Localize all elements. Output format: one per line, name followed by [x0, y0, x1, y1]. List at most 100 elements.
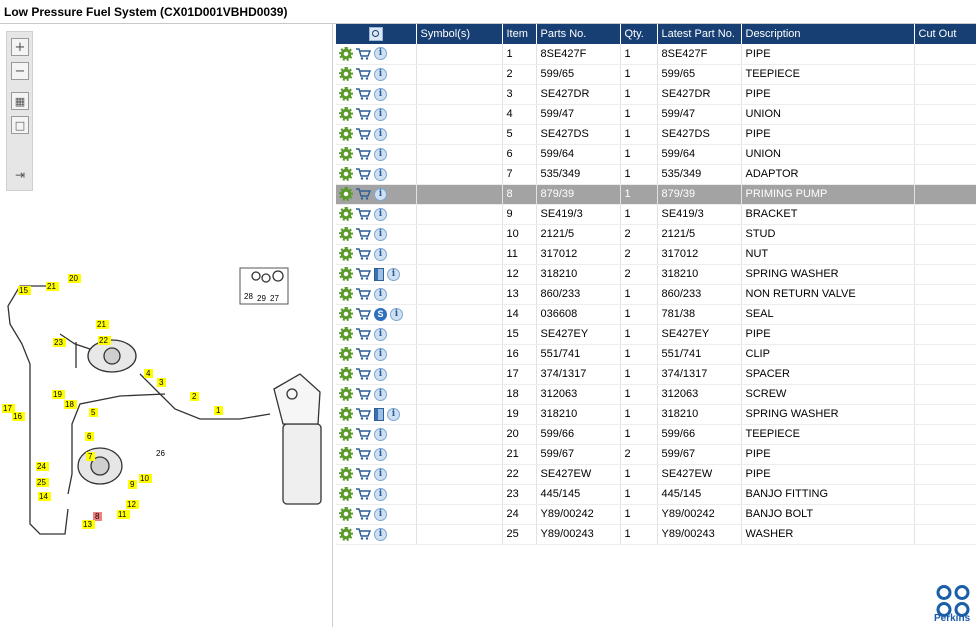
- info-icon[interactable]: i: [387, 407, 400, 421]
- info-icon[interactable]: i: [374, 327, 387, 341]
- info-icon[interactable]: i: [374, 527, 387, 541]
- gear-icon[interactable]: [339, 367, 353, 381]
- table-row[interactable]: i 2 599/65 1 599/65 TEEPIECE: [336, 64, 976, 85]
- cart-icon[interactable]: [355, 468, 371, 480]
- info-icon[interactable]: i: [374, 487, 387, 501]
- column-header-actions[interactable]: [336, 24, 417, 44]
- table-row[interactable]: i 6 599/64 1 599/64 UNION: [336, 144, 976, 165]
- gear-icon[interactable]: [339, 67, 353, 81]
- info-icon[interactable]: i: [387, 267, 400, 281]
- gear-icon[interactable]: [339, 107, 353, 121]
- info-icon[interactable]: i: [374, 187, 387, 201]
- column-header-parts-no[interactable]: Parts No.: [536, 24, 621, 44]
- info-icon[interactable]: i: [374, 367, 387, 381]
- table-row[interactable]: i 7 535/349 1 535/349 ADAPTOR: [336, 164, 976, 185]
- gear-icon[interactable]: [339, 307, 353, 321]
- gear-icon[interactable]: [339, 167, 353, 181]
- gear-icon[interactable]: [339, 527, 353, 541]
- info-icon[interactable]: i: [374, 207, 387, 221]
- table-row[interactable]: i 18 312063 1 312063 SCREW: [336, 384, 976, 405]
- gear-icon[interactable]: [339, 87, 353, 101]
- gear-icon[interactable]: [339, 247, 353, 261]
- export-button[interactable]: ⇥: [11, 166, 29, 184]
- fit-view-button[interactable]: ▦: [11, 92, 29, 110]
- table-row[interactable]: i 10 2121/5 2 2121/5 STUD: [336, 224, 976, 245]
- info-icon[interactable]: i: [390, 307, 403, 321]
- cart-icon[interactable]: [355, 368, 371, 380]
- cart-icon[interactable]: [355, 128, 371, 140]
- table-row[interactable]: i 17 374/1317 1 374/1317 SPACER: [336, 364, 976, 385]
- gear-icon[interactable]: [339, 127, 353, 141]
- info-icon[interactable]: i: [374, 167, 387, 181]
- gear-icon[interactable]: [339, 467, 353, 481]
- actual-size-button[interactable]: □: [11, 116, 29, 134]
- gear-icon[interactable]: [339, 507, 353, 521]
- info-icon[interactable]: i: [374, 467, 387, 481]
- gear-icon[interactable]: [339, 347, 353, 361]
- cart-icon[interactable]: [355, 148, 371, 160]
- zoom-in-button[interactable]: +: [11, 38, 29, 56]
- gear-icon[interactable]: [339, 407, 353, 421]
- table-row[interactable]: i 24 Y89/00242 1 Y89/00242 BANJO BOLT: [336, 504, 976, 525]
- cart-icon[interactable]: [355, 268, 371, 280]
- table-row[interactable]: i 23 445/145 1 445/145 BANJO FITTING: [336, 484, 976, 505]
- search-icon[interactable]: [368, 27, 383, 41]
- info-icon[interactable]: i: [374, 287, 387, 301]
- table-row[interactable]: i 4 599/47 1 599/47 UNION: [336, 104, 976, 125]
- table-row[interactable]: i 19 318210 1 318210 SPRING WASHER: [336, 404, 976, 425]
- column-header-symbols[interactable]: Symbol(s): [416, 24, 503, 44]
- gear-icon[interactable]: [339, 207, 353, 221]
- cart-icon[interactable]: [355, 528, 371, 540]
- cart-icon[interactable]: [355, 168, 371, 180]
- table-row[interactable]: i 5 SE427DS 1 SE427DS PIPE: [336, 124, 976, 145]
- cart-icon[interactable]: [355, 228, 371, 240]
- column-header-item[interactable]: Item: [502, 24, 537, 44]
- info-icon[interactable]: i: [374, 247, 387, 261]
- table-row[interactable]: i 15 SE427EY 1 SE427EY PIPE: [336, 324, 976, 345]
- gear-icon[interactable]: [339, 46, 353, 61]
- cart-icon[interactable]: [355, 248, 371, 260]
- info-icon[interactable]: i: [374, 147, 387, 161]
- column-header-qty[interactable]: Qty.: [620, 24, 658, 44]
- table-row[interactable]: i 12 318210 2 318210 SPRING WASHER: [336, 264, 976, 285]
- cart-icon[interactable]: [355, 448, 371, 460]
- cart-icon[interactable]: [355, 348, 371, 360]
- cart-icon[interactable]: [355, 428, 371, 440]
- info-icon[interactable]: i: [374, 47, 387, 61]
- cart-icon[interactable]: [355, 388, 371, 400]
- info-icon[interactable]: i: [374, 227, 387, 241]
- gear-icon[interactable]: [339, 427, 353, 441]
- gear-icon[interactable]: [339, 287, 353, 301]
- cart-icon[interactable]: [355, 508, 371, 520]
- cart-icon[interactable]: [355, 288, 371, 300]
- info-icon[interactable]: i: [374, 347, 387, 361]
- gear-icon[interactable]: [339, 267, 353, 281]
- table-row[interactable]: i 21 599/67 2 599/67 PIPE: [336, 444, 976, 465]
- info-icon[interactable]: i: [374, 67, 387, 81]
- info-icon[interactable]: i: [374, 447, 387, 461]
- gear-icon[interactable]: [339, 147, 353, 161]
- table-row[interactable]: i 9 SE419/3 1 SE419/3 BRACKET: [336, 204, 976, 225]
- table-row[interactable]: i 13 860/233 1 860/233 NON RETURN VALVE: [336, 284, 976, 305]
- cart-icon[interactable]: [355, 488, 371, 500]
- exploded-parts-diagram[interactable]: 1 2 3 4 5 6 7 8 9 10 11 12 13 14 15 16 1…: [0, 224, 333, 564]
- table-row[interactable]: i 16 551/741 1 551/741 CLIP: [336, 344, 976, 365]
- cart-icon[interactable]: [355, 308, 371, 320]
- cart-icon[interactable]: [355, 88, 371, 100]
- gear-icon[interactable]: [339, 487, 353, 501]
- supersession-icon[interactable]: S: [374, 307, 387, 321]
- column-header-cut-out[interactable]: Cut Out: [914, 24, 976, 44]
- info-icon[interactable]: i: [374, 507, 387, 521]
- info-icon[interactable]: i: [374, 127, 387, 141]
- gear-icon[interactable]: [339, 447, 353, 461]
- cart-icon[interactable]: [355, 108, 371, 120]
- column-header-latest-part-no[interactable]: Latest Part No.: [657, 24, 742, 44]
- table-row[interactable]: i 1 8SE427F 1 8SE427F PIPE: [336, 44, 976, 65]
- table-row[interactable]: i 22 SE427EW 1 SE427EW PIPE: [336, 464, 976, 485]
- table-row[interactable]: i 11 317012 2 317012 NUT: [336, 244, 976, 265]
- gear-icon[interactable]: [339, 387, 353, 401]
- table-row[interactable]: Si 14 036608 1 781/38 SEAL: [336, 304, 976, 325]
- cart-icon[interactable]: [355, 68, 371, 80]
- table-row[interactable]: i 20 599/66 1 599/66 TEEPIECE: [336, 424, 976, 445]
- book-icon[interactable]: [374, 407, 384, 421]
